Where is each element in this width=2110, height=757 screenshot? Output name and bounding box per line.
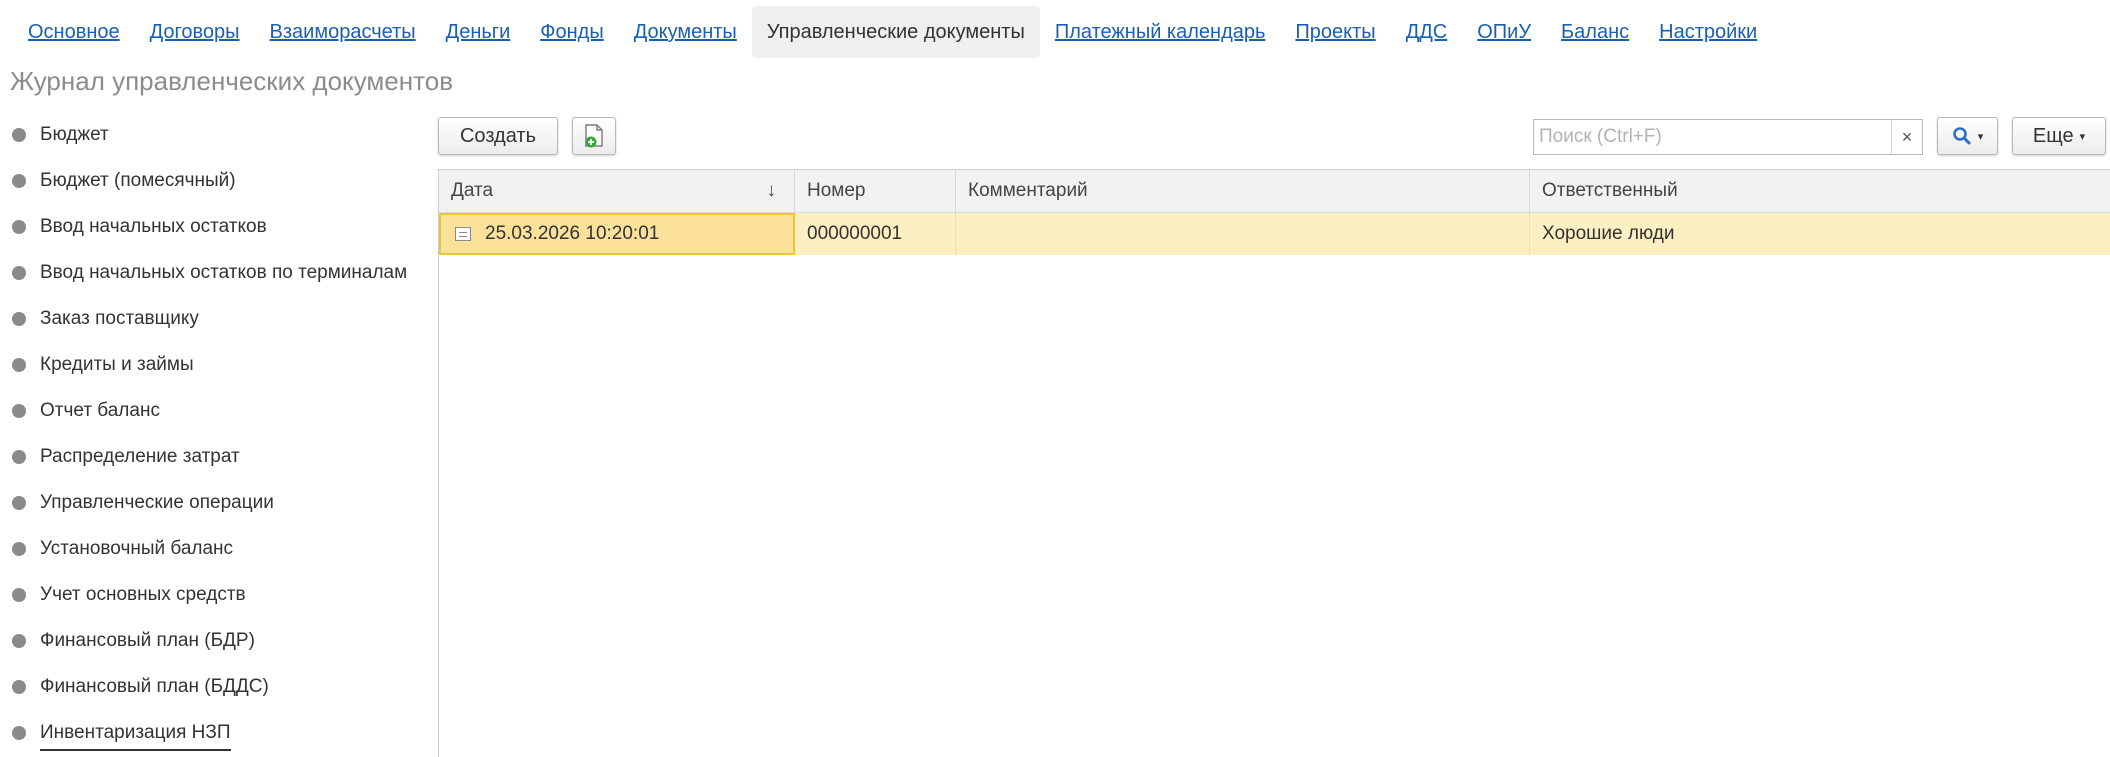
cell-date-value: 25.03.2026 10:20:01 (485, 223, 660, 244)
sidebar-item[interactable]: Инвентаризация НЗП (12, 710, 231, 756)
column-header-number-label: Номер (807, 180, 866, 201)
sidebar-item-label: Финансовый план (БДДС) (40, 676, 269, 697)
column-header-date[interactable]: Дата ↓ (439, 170, 795, 212)
create-button-label: Создать (459, 124, 536, 147)
document-icon (455, 227, 471, 241)
sidebar-item[interactable]: Управленческие операции (12, 480, 274, 526)
sidebar-item-label: Отчет баланс (40, 400, 160, 421)
tab-proekty[interactable]: Проекты (1280, 6, 1390, 58)
more-dropdown-caret-icon: ▾ (2079, 130, 2086, 143)
sidebar-item-label: Ввод начальных остатков (40, 216, 267, 237)
sidebar-item[interactable]: Бюджет (12, 112, 109, 158)
search-dropdown-caret-icon: ▾ (1977, 130, 1984, 143)
bullet-icon (12, 266, 26, 280)
bullet-icon (12, 220, 26, 234)
sidebar-document-types: Бюджет Бюджет (помесячный) Ввод начальных … (0, 112, 435, 756)
tab-dds[interactable]: ДДС (1391, 6, 1463, 58)
more-button[interactable]: Еще ▾ (2012, 117, 2106, 155)
page-title: Журнал управленческих документов (10, 66, 454, 96)
sidebar-item[interactable]: Установочный баланс (12, 526, 233, 572)
sidebar-item-label: Управленческие операции (40, 492, 274, 513)
create-button[interactable]: Создать (438, 117, 558, 155)
bullet-icon (12, 128, 26, 142)
section-tabs: Основное Договоры Взаиморасчеты Деньги Ф… (0, 6, 1772, 58)
tab-vzaimoraschety[interactable]: Взаиморасчеты (255, 6, 431, 58)
sidebar-item[interactable]: Ввод начальных остатков по терминалам (12, 250, 407, 296)
search-button[interactable]: ▾ (1937, 117, 1998, 155)
column-header-date-label: Дата (451, 180, 494, 201)
sidebar-item-label: Заказ поставщику (40, 308, 199, 329)
bullet-icon (12, 358, 26, 372)
bullet-icon (12, 174, 26, 188)
sidebar-item-label: Финансовый план (БДР) (40, 630, 255, 651)
bullet-icon (12, 312, 26, 326)
search-input[interactable] (1534, 119, 1891, 155)
bullet-icon (12, 542, 26, 556)
tab-balans[interactable]: Баланс (1546, 6, 1644, 58)
tab-opiu[interactable]: ОПиУ (1462, 6, 1546, 58)
sidebar-item-label: Ввод начальных остатков по терминалам (40, 262, 408, 283)
bullet-icon (12, 588, 26, 602)
sidebar-item-label: Бюджет (помесячный) (40, 170, 236, 191)
sidebar-item-label: Бюджет (40, 124, 109, 145)
table-row[interactable]: 25.03.2026 10:20:01 000000001 Хорошие лю… (439, 213, 2110, 255)
sidebar-item[interactable]: Отчет баланс (12, 388, 160, 434)
tab-nastroyki[interactable]: Настройки (1644, 6, 1772, 58)
tab-osnovnoe[interactable]: Основное (13, 6, 135, 58)
sidebar-item-label: Учет основных средств (40, 584, 246, 605)
cell-responsible-value: Хорошие люди (1542, 223, 1675, 244)
more-button-label: Еще (2032, 124, 2074, 147)
tab-fondy[interactable]: Фонды (525, 6, 618, 58)
table-header: Дата ↓ Номер Комментарий Ответственный (439, 170, 2110, 213)
add-copy-button[interactable] (572, 117, 616, 155)
search-icon (1952, 127, 1971, 145)
sidebar-item-label: Инвентаризация НЗП (40, 722, 231, 751)
clear-search-button[interactable]: × (1891, 120, 1922, 154)
bullet-icon (12, 496, 26, 510)
bullet-icon (12, 726, 26, 740)
add-document-icon (585, 124, 603, 148)
bullet-icon (12, 404, 26, 418)
cell-number-value: 000000001 (807, 223, 903, 244)
sidebar-item[interactable]: Учет основных средств (12, 572, 246, 618)
column-header-comment-label: Комментарий (968, 180, 1088, 201)
sidebar-item[interactable]: Кредиты и займы (12, 342, 194, 388)
sidebar-item[interactable]: Бюджет (помесячный) (12, 158, 236, 204)
sidebar-item[interactable]: Финансовый план (БДР) (12, 618, 255, 664)
search-field: × (1533, 119, 1923, 155)
cell-date[interactable]: 25.03.2026 10:20:01 (439, 213, 795, 255)
column-header-number[interactable]: Номер (795, 170, 956, 212)
cell-number[interactable]: 000000001 (795, 213, 956, 255)
bullet-icon (12, 634, 26, 648)
documents-table: Дата ↓ Номер Комментарий Ответственный 2… (438, 169, 2110, 757)
tab-upravlencheskie-dokumenty[interactable]: Управленческие документы (751, 6, 1040, 58)
bullet-icon (12, 450, 26, 464)
sidebar-item[interactable]: Распределение затрат (12, 434, 240, 480)
sidebar-item[interactable]: Финансовый план (БДДС) (12, 664, 269, 710)
tab-platezhny-kalendar[interactable]: Платежный календарь (1040, 6, 1281, 58)
tab-dokumenty[interactable]: Документы (619, 6, 752, 58)
tab-dengi[interactable]: Деньги (431, 6, 526, 58)
column-header-comment[interactable]: Комментарий (956, 170, 1530, 212)
sidebar-item-label: Установочный баланс (40, 538, 234, 559)
sort-descending-icon: ↓ (766, 180, 777, 201)
sidebar-item[interactable]: Заказ поставщику (12, 296, 199, 342)
sidebar-item[interactable]: Ввод начальных остатков (12, 204, 267, 250)
sidebar-item-label: Кредиты и займы (40, 354, 194, 375)
column-header-responsible-label: Ответственный (1542, 180, 1678, 201)
sidebar-item-label: Распределение затрат (40, 446, 240, 467)
bullet-icon (12, 680, 26, 694)
column-header-responsible[interactable]: Ответственный (1530, 170, 2110, 212)
cell-responsible[interactable]: Хорошие люди (1530, 213, 2110, 255)
cell-comment[interactable] (956, 213, 1530, 255)
tab-dogovory[interactable]: Договоры (135, 6, 255, 58)
